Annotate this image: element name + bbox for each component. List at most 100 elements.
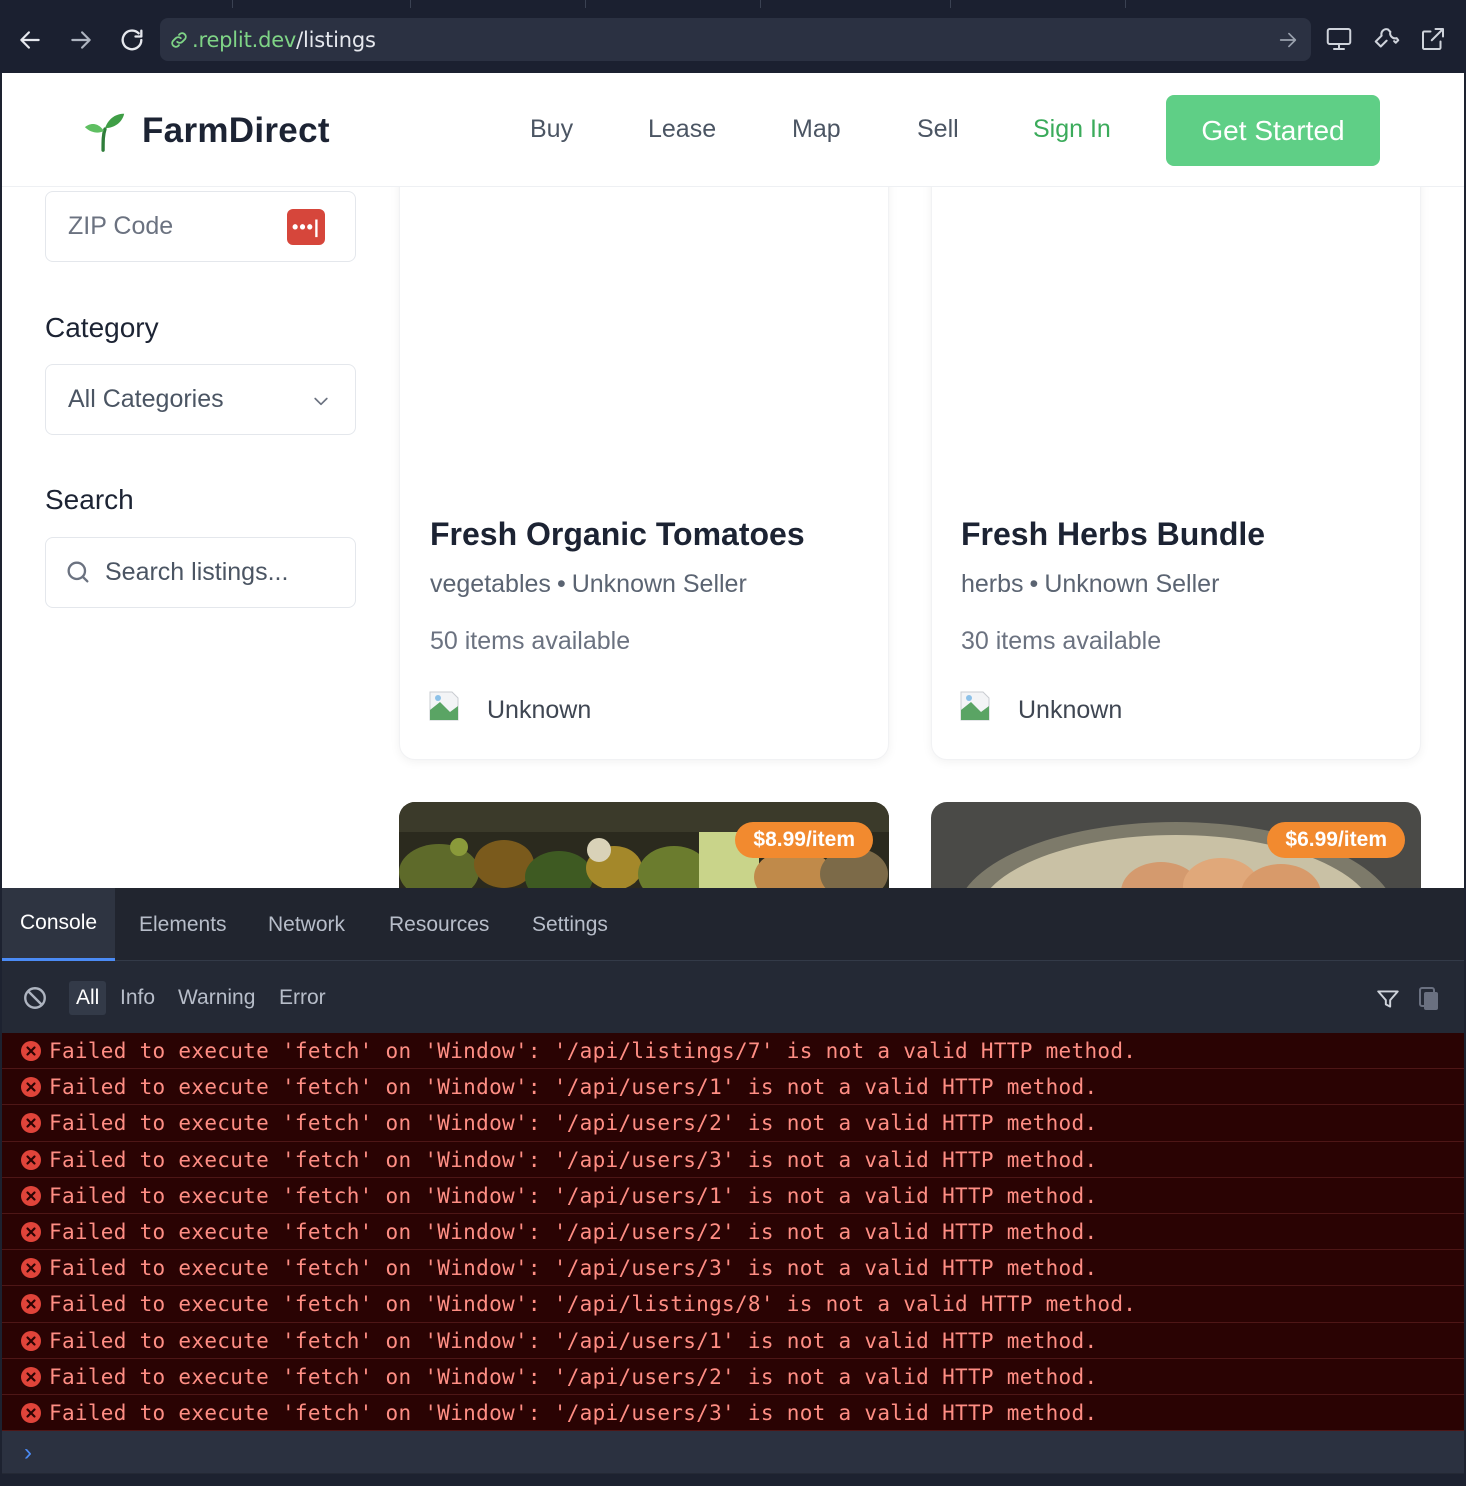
tab-settings[interactable]: Settings — [532, 888, 608, 961]
wrench-icon[interactable] — [1372, 24, 1402, 54]
console-filter-bar: All Info Warning Error — [2, 961, 1464, 1033]
search-icon — [67, 561, 89, 583]
category-value: All Categories — [68, 385, 224, 413]
listing-seller: Unknown Seller — [571, 570, 747, 598]
sprout-icon — [84, 113, 125, 152]
reload-button[interactable] — [114, 22, 150, 58]
prompt-chevron-icon: › — [24, 1439, 32, 1466]
listing-category: herbs — [961, 570, 1024, 598]
nav-sell[interactable]: Sell — [917, 115, 959, 144]
price-badge: $8.99/item — [735, 822, 873, 858]
error-circle-icon — [21, 1041, 41, 1061]
filter-all[interactable]: All — [69, 981, 107, 1015]
chevron-down-icon — [314, 397, 328, 406]
console-error-row[interactable]: Failed to execute 'fetch' on 'Window': '… — [2, 1358, 1464, 1395]
monitor-icon[interactable] — [1324, 24, 1354, 54]
listing-title[interactable]: Fresh Organic Tomatoes — [430, 516, 805, 553]
console-error-row[interactable]: Failed to execute 'fetch' on 'Window': '… — [2, 1250, 1464, 1287]
tab-elements[interactable]: Elements — [139, 888, 227, 961]
clear-console-icon[interactable] — [22, 985, 48, 1011]
filter-warning[interactable]: Warning — [178, 981, 255, 1015]
tab-strip — [0, 0, 1466, 8]
console-error-row[interactable]: Failed to execute 'fetch' on 'Window': '… — [2, 1177, 1464, 1214]
search-input[interactable]: Search listings... — [45, 537, 356, 608]
console-log-list: Failed to execute 'fetch' on 'Window': '… — [2, 1033, 1464, 1432]
tab-resources[interactable]: Resources — [389, 888, 489, 961]
filter-icon[interactable] — [1375, 986, 1401, 1012]
back-button[interactable] — [12, 22, 48, 58]
console-error-message: Failed to execute 'fetch' on 'Window': '… — [49, 1111, 1098, 1136]
filter-info[interactable]: Info — [120, 981, 155, 1015]
url-host: .replit.dev — [192, 28, 297, 52]
devtools-tabs: Console Elements Network Resources Setti… — [2, 888, 1464, 961]
broken-image-icon — [960, 691, 990, 721]
console-error-row[interactable]: Failed to execute 'fetch' on 'Window': '… — [2, 1141, 1464, 1178]
listing-title[interactable]: Fresh Herbs Bundle — [961, 516, 1265, 553]
console-error-message: Failed to execute 'fetch' on 'Window': '… — [49, 1183, 1098, 1208]
url-text[interactable]: .replit.dev/listings — [192, 28, 376, 52]
error-circle-icon — [21, 1149, 41, 1170]
error-circle-icon — [21, 1113, 41, 1134]
tab-console[interactable]: Console — [2, 888, 116, 961]
console-error-message: Failed to execute 'fetch' on 'Window': '… — [49, 1147, 1098, 1172]
error-circle-icon — [21, 1366, 41, 1387]
search-label: Search — [45, 484, 134, 515]
console-error-message: Failed to execute 'fetch' on 'Window': '… — [49, 1400, 1098, 1425]
copy-icon[interactable] — [1418, 986, 1440, 1012]
get-started-button[interactable]: Get Started — [1166, 95, 1380, 166]
nav-buy[interactable]: Buy — [530, 115, 573, 144]
reload-icon — [121, 29, 143, 51]
site-header: FarmDirect Buy Lease Map Sell Sign In Ge… — [2, 73, 1464, 187]
tab-network[interactable]: Network — [268, 888, 345, 961]
console-error-message: Failed to execute 'fetch' on 'Window': '… — [49, 1292, 1137, 1317]
error-circle-icon — [21, 1077, 41, 1098]
browser-toolbar: .replit.dev/listings — [0, 0, 1466, 73]
devtools-panel: Console Elements Network Resources Setti… — [2, 888, 1464, 1474]
password-manager-icon[interactable]: •••| — [287, 209, 325, 245]
console-error-message: Failed to execute 'fetch' on 'Window': '… — [49, 1075, 1098, 1100]
category-label: Category — [45, 312, 159, 343]
listing-availability: 30 items available — [961, 627, 1162, 655]
listing-category: vegetables — [430, 570, 551, 598]
arrow-right-icon[interactable] — [1277, 29, 1299, 51]
listing-meta: vegetables • Unknown Seller — [430, 570, 747, 598]
page-viewport: FarmDirect Buy Lease Map Sell Sign In Ge… — [2, 73, 1464, 888]
nav-lease[interactable]: Lease — [648, 115, 716, 144]
sign-in-link[interactable]: Sign In — [1033, 115, 1111, 144]
console-error-message: Failed to execute 'fetch' on 'Window': '… — [49, 1328, 1098, 1353]
listing-card[interactable]: Fresh Organic Tomatoes vegetables • Unknow… — [399, 160, 889, 760]
category-select[interactable]: All Categories — [45, 364, 356, 435]
console-error-row[interactable]: Failed to execute 'fetch' on 'Window': '… — [2, 1286, 1464, 1323]
console-error-message: Failed to execute 'fetch' on 'Window': '… — [49, 1219, 1098, 1244]
address-bar[interactable]: .replit.dev/listings — [160, 18, 1311, 61]
external-link-icon[interactable] — [1418, 24, 1448, 54]
brand-logo[interactable]: FarmDirect — [82, 107, 330, 155]
listing-card[interactable]: $6.99/item — [931, 802, 1421, 888]
error-circle-icon — [21, 1258, 41, 1279]
nav-map[interactable]: Map — [792, 115, 841, 144]
console-error-row[interactable]: Failed to execute 'fetch' on 'Window': '… — [2, 1033, 1464, 1070]
listing-card[interactable]: $8.99/item — [399, 802, 889, 888]
console-error-row[interactable]: Failed to execute 'fetch' on 'Window': '… — [2, 1322, 1464, 1359]
console-error-row[interactable]: Failed to execute 'fetch' on 'Window': '… — [2, 1394, 1464, 1432]
error-circle-icon — [21, 1294, 41, 1315]
error-circle-icon — [21, 1185, 41, 1206]
filter-error[interactable]: Error — [279, 981, 326, 1015]
listing-card[interactable]: Fresh Herbs Bundle herbs • Unknown Seller … — [931, 160, 1421, 760]
zip-placeholder: ZIP Code — [68, 212, 174, 240]
broken-image-icon — [429, 691, 459, 721]
link-icon — [171, 32, 187, 48]
console-error-row[interactable]: Failed to execute 'fetch' on 'Window': '… — [2, 1105, 1464, 1142]
arrow-right-icon — [71, 31, 91, 49]
error-circle-icon — [21, 1221, 41, 1242]
price-badge: $6.99/item — [1267, 822, 1405, 858]
console-error-row[interactable]: Failed to execute 'fetch' on 'Window': '… — [2, 1069, 1464, 1106]
console-prompt[interactable]: › — [2, 1431, 1464, 1473]
seller-name: Unknown — [487, 696, 592, 724]
listing-seller: Unknown Seller — [1044, 570, 1220, 598]
url-path: /listings — [296, 28, 376, 52]
error-circle-icon — [21, 1402, 41, 1423]
zip-code-input[interactable]: ZIP Code •••| — [45, 191, 356, 262]
forward-button[interactable] — [63, 22, 99, 58]
console-error-row[interactable]: Failed to execute 'fetch' on 'Window': '… — [2, 1213, 1464, 1251]
